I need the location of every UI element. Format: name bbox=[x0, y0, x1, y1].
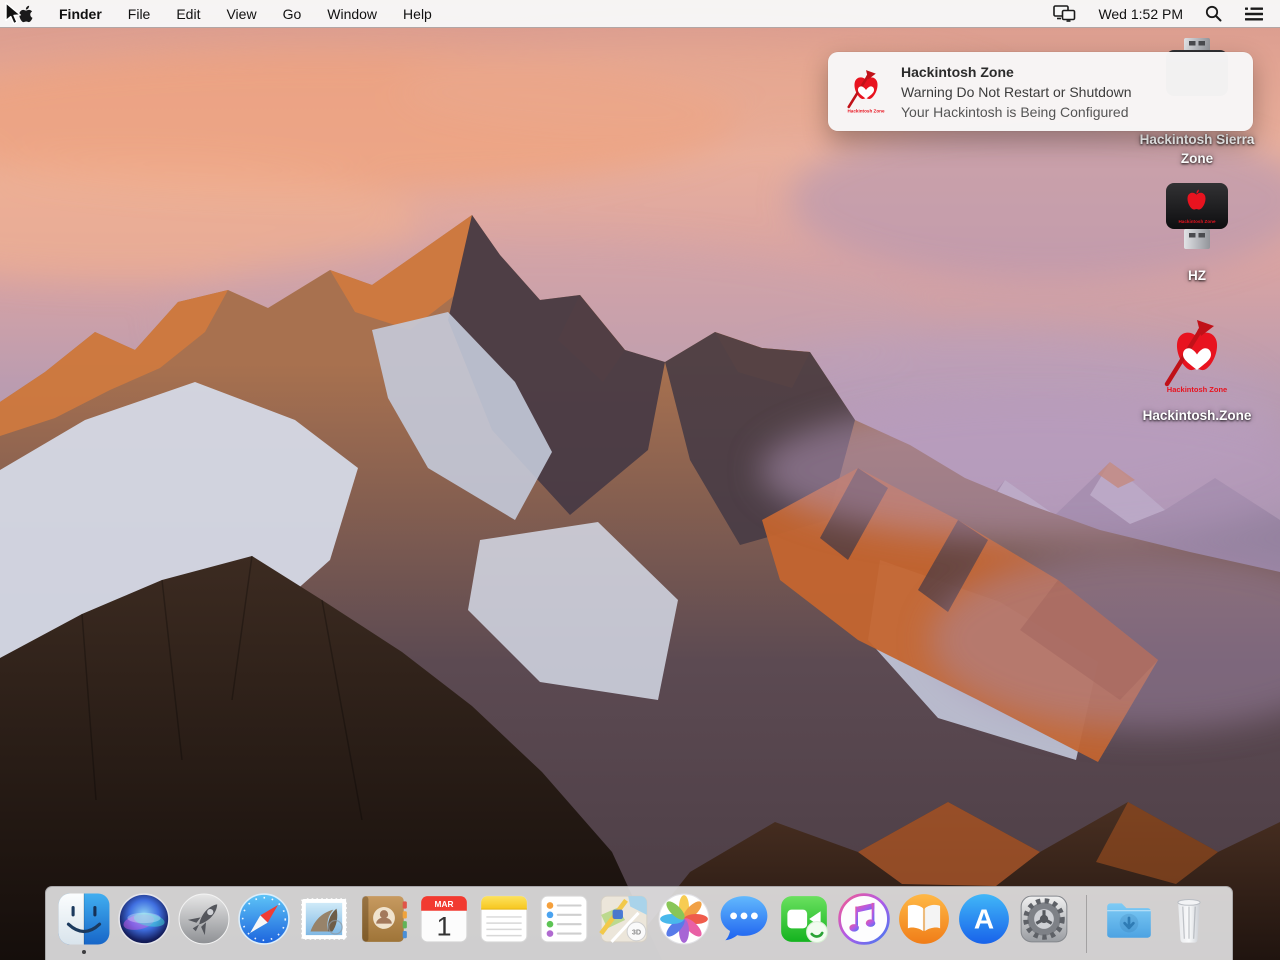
hackintosh-zone-logo-icon: Hackintosh Zone bbox=[1157, 316, 1237, 400]
notification-banner[interactable]: Hackintosh Zone Hackintosh Zone Warning … bbox=[828, 52, 1253, 131]
dock-item-ibooks[interactable] bbox=[897, 892, 951, 946]
dock-item-launchpad[interactable] bbox=[177, 892, 231, 946]
maps-icon: 3D bbox=[597, 892, 651, 946]
calendar-day-label: 1 bbox=[436, 912, 451, 942]
dock: MAR 1 bbox=[45, 886, 1233, 960]
notification-message-line2: Your Hackintosh is Being Configured bbox=[901, 102, 1132, 122]
dock-item-safari[interactable] bbox=[237, 892, 291, 946]
menu-item-window[interactable]: Window bbox=[327, 6, 377, 22]
display-mirroring-icon bbox=[1053, 5, 1076, 22]
dock-item-downloads[interactable] bbox=[1102, 892, 1156, 946]
mouse-cursor bbox=[4, 2, 26, 26]
desktop-icon-label: Hackintosh.Zone bbox=[1143, 406, 1252, 425]
siri-icon bbox=[117, 892, 171, 946]
menu-item-view[interactable]: View bbox=[226, 6, 256, 22]
app-store-icon: A bbox=[957, 892, 1011, 946]
dock-item-facetime[interactable] bbox=[777, 892, 831, 946]
desktop-icon-hackintosh-zone-app[interactable]: Hackintosh Zone Hackintosh.Zone bbox=[1122, 316, 1272, 425]
notification-center-menu-extra[interactable] bbox=[1244, 6, 1264, 22]
menu-item-edit[interactable]: Edit bbox=[176, 6, 200, 22]
search-icon bbox=[1205, 5, 1222, 22]
menu-item-help[interactable]: Help bbox=[403, 6, 432, 22]
display-mirroring-menu-extra[interactable] bbox=[1053, 5, 1076, 22]
safari-icon bbox=[237, 892, 291, 946]
contacts-icon bbox=[357, 892, 411, 946]
menu-item-go[interactable]: Go bbox=[283, 6, 302, 22]
menu-item-file[interactable]: File bbox=[128, 6, 151, 22]
desktop-icon-label: Hackintosh Sierra Zone bbox=[1131, 130, 1263, 168]
logo-caption: Hackintosh Zone bbox=[1167, 385, 1227, 394]
sierra-mountain-wallpaper bbox=[0, 0, 1280, 960]
downloads-folder-icon bbox=[1102, 892, 1156, 946]
notification-center-icon bbox=[1244, 6, 1264, 22]
calendar-month-label: MAR bbox=[435, 899, 454, 909]
dock-item-siri[interactable] bbox=[117, 892, 171, 946]
dock-item-reminders[interactable] bbox=[537, 892, 591, 946]
maps-3d-badge: 3D bbox=[632, 928, 641, 937]
messages-icon bbox=[717, 892, 771, 946]
desktop-screen: Finder File Edit View Go Window Help Wed… bbox=[0, 0, 1280, 960]
ibooks-icon bbox=[897, 892, 951, 946]
dock-item-calendar[interactable]: MAR 1 bbox=[417, 892, 471, 946]
dock-item-mail[interactable] bbox=[297, 892, 351, 946]
notes-icon bbox=[477, 892, 531, 946]
mail-icon bbox=[297, 892, 351, 946]
notification-icon-caption: Hackintosh Zone bbox=[847, 108, 884, 113]
dock-item-maps[interactable]: 3D bbox=[597, 892, 651, 946]
usb-drive-icon: Hackintosh Zone bbox=[1164, 181, 1230, 253]
dock-divider bbox=[1086, 895, 1087, 953]
launchpad-icon bbox=[177, 892, 231, 946]
menu-bar-clock[interactable]: Wed 1:52 PM bbox=[1098, 6, 1183, 22]
itunes-icon bbox=[837, 892, 891, 946]
finder-icon bbox=[57, 892, 111, 946]
dock-item-system-preferences[interactable] bbox=[1017, 892, 1071, 946]
usb-caption: Hackintosh Zone bbox=[1178, 219, 1215, 224]
reminders-icon bbox=[537, 892, 591, 946]
dock-item-contacts[interactable] bbox=[357, 892, 411, 946]
dock-item-messages[interactable] bbox=[717, 892, 771, 946]
facetime-icon bbox=[777, 892, 831, 946]
calendar-icon: MAR 1 bbox=[417, 892, 471, 946]
finder-running-indicator bbox=[82, 950, 86, 954]
app-store-letter: A bbox=[974, 903, 994, 934]
spotlight-menu-extra[interactable] bbox=[1205, 5, 1222, 22]
hackintosh-zone-icon: Hackintosh Zone bbox=[843, 67, 889, 117]
dock-item-finder[interactable] bbox=[57, 892, 111, 946]
notification-title: Hackintosh Zone bbox=[901, 62, 1132, 82]
dock-item-photos[interactable] bbox=[657, 892, 711, 946]
dock-item-trash[interactable] bbox=[1162, 892, 1216, 946]
notification-message-line1: Warning Do Not Restart or Shutdown bbox=[901, 82, 1132, 102]
desktop-icon-label: HZ bbox=[1188, 266, 1206, 285]
desktop-icon-hz[interactable]: Hackintosh Zone HZ bbox=[1122, 181, 1272, 285]
system-preferences-icon bbox=[1017, 892, 1071, 946]
menu-bar: Finder File Edit View Go Window Help Wed… bbox=[0, 0, 1280, 28]
menu-app-name[interactable]: Finder bbox=[59, 6, 102, 22]
photos-icon bbox=[657, 892, 711, 946]
dock-item-itunes[interactable] bbox=[837, 892, 891, 946]
dock-item-notes[interactable] bbox=[477, 892, 531, 946]
trash-icon bbox=[1162, 892, 1216, 946]
dock-item-app-store[interactable]: A bbox=[957, 892, 1011, 946]
